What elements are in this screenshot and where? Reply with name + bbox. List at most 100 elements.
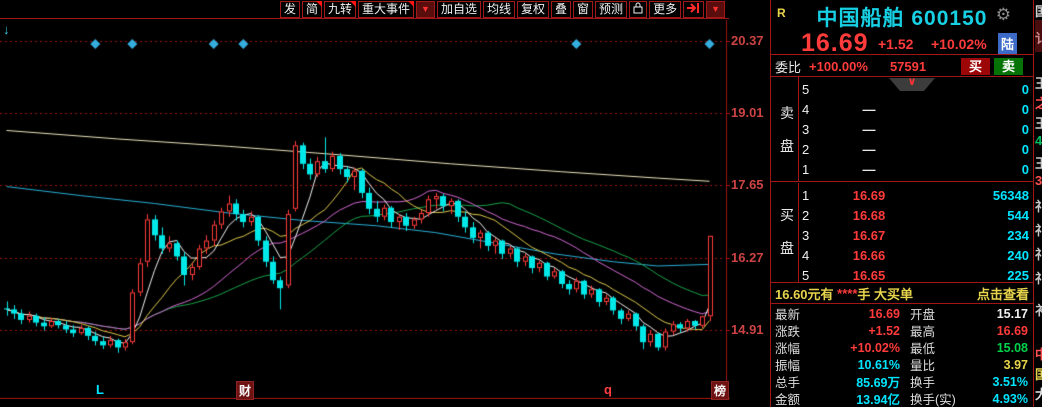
toolbar-button-fa[interactable]: 发 [280, 1, 300, 18]
stock-code: 600150 [911, 7, 987, 30]
sell-button[interactable]: 卖 [994, 58, 1023, 75]
level-qty: 240 [1007, 248, 1029, 263]
level-qty: 225 [1007, 268, 1029, 283]
level-num: 3 [802, 122, 814, 137]
toolbar-button-overlay[interactable]: 叠 [551, 1, 571, 18]
toolbar-events-dropdown-icon[interactable]: ▼ [416, 1, 435, 18]
stats-row: 振幅10.61%量比3.97 [771, 356, 1033, 373]
bid-level-2[interactable]: 216.68544 [799, 205, 1033, 225]
sell-side-label-2: 盘 [780, 139, 794, 154]
edge-strip-glyph: 礼 [1035, 220, 1042, 239]
level-qty: 0 [1022, 122, 1029, 137]
toolbar-button-add-watchlist[interactable]: 加自选 [437, 1, 481, 18]
stats-row: 最新16.69开盘15.17 [771, 305, 1033, 322]
level-price: 16.68 [814, 208, 924, 223]
bid-level-4[interactable]: 416.66240 [799, 245, 1033, 265]
edge-strip-glyph: 王 [1035, 73, 1042, 92]
edge-strip-glyph: 大 [1035, 384, 1042, 403]
buy-orderbook: 买 盘 116.6956348216.68544316.67234416.662… [771, 183, 1033, 283]
bid-level-5[interactable]: 516.65225 [799, 265, 1033, 285]
gear-icon[interactable]: ⚙ [996, 5, 1011, 25]
indicator-cai[interactable]: 财 [236, 381, 254, 400]
edge-strip-glyph: 讠 [1035, 28, 1042, 47]
edge-strip-glyph: 国 [1035, 364, 1042, 383]
toolbar-button-window[interactable]: 窗 [573, 1, 593, 18]
level-price: — [814, 102, 924, 117]
alert-badge [316, 1, 322, 7]
y-axis-label: 19.01 [731, 105, 764, 120]
stats-row: 总手85.69万换手3.51% [771, 373, 1033, 390]
edge-strip-glyph: 4 [1035, 133, 1042, 148]
stat-value: 16.69 [815, 307, 900, 321]
toolbar-button-jian[interactable]: 简 [302, 1, 322, 18]
big-order-text: **** [837, 286, 857, 301]
big-order-alert[interactable]: 16.60元有 ****手 大买单 点击查看 [771, 284, 1033, 304]
level-num: 5 [802, 268, 814, 283]
ask-level-4[interactable]: 4—0 [799, 99, 1033, 119]
view-big-orders-link[interactable]: 点击查看 [977, 284, 1029, 303]
stock-title: 中国船舶 600150 [771, 2, 1033, 32]
level-num: 5 [802, 82, 814, 97]
toolbar-button-adjust-price[interactable]: 复权 [517, 1, 549, 18]
toolbar-button-forecast[interactable]: 预测 [595, 1, 627, 18]
stat-value: +1.52 [815, 324, 900, 338]
edge-strip-glyph: 国 [1035, 1, 1042, 20]
weicha-value: 57591 [890, 59, 926, 74]
edge-strip-glyph: 礼 [1035, 268, 1042, 287]
level-price: — [814, 142, 924, 157]
sell-side-label-1: 卖 [780, 106, 794, 121]
ask-level-1[interactable]: 1—0 [799, 159, 1033, 179]
toolbar-button-more[interactable]: 更多 [649, 1, 681, 18]
indicator-q[interactable]: q [604, 382, 612, 397]
stats-row: 涨跌+1.52最高16.69 [771, 322, 1033, 339]
stats-grid: 最新16.69开盘15.17涨跌+1.52最高16.69涨幅+10.02%最低1… [771, 305, 1033, 407]
level-price: — [814, 122, 924, 137]
y-axis-label: 14.91 [731, 322, 764, 337]
toolbar-jump-right-icon[interactable] [683, 1, 704, 18]
ask-level-3[interactable]: 3— 0 [799, 119, 1033, 139]
bid-level-3[interactable]: 316.67234 [799, 225, 1033, 245]
stock-name: 中国船舶 [817, 7, 905, 30]
stat-value: 4.93% [972, 392, 1028, 406]
indicator-l[interactable]: L [96, 382, 104, 397]
stat-value: 15.08 [972, 341, 1028, 355]
stat-value: 13.94亿 [815, 389, 900, 407]
adjacent-panel-edge: 国讠王之王4王3礼礼礼礼衤中国大 [1033, 0, 1042, 407]
level-qty: 0 [1022, 82, 1029, 97]
price-change: +1.52 [878, 36, 913, 52]
level-qty: 56348 [993, 188, 1029, 203]
edge-strip-glyph: 衤 [1035, 300, 1042, 319]
chart-toolbar: 发简九转重大事件▼加自选均线复权叠窗预测更多▼ [0, 0, 729, 19]
last-price: 16.69 [801, 29, 869, 58]
toolbar-button-major-events[interactable]: 重大事件 [358, 1, 414, 18]
price-change-pct: +10.02% [931, 36, 987, 52]
level-qty: 234 [1007, 228, 1029, 243]
quote-panel: R 中国船舶 600150 ⚙ 16.69 +1.52 +10.02% 陆 委比… [770, 0, 1033, 407]
big-order-text: 16.60元有 [775, 284, 837, 303]
quote-header: R 中国船舶 600150 ⚙ 16.69 +1.52 +10.02% 陆 [771, 0, 1033, 55]
toolbar-button-nine-turn[interactable]: 九转 [324, 1, 356, 18]
weibi-label: 委比 [775, 57, 801, 76]
stat-value: 15.17 [972, 307, 1028, 321]
buy-side-label-1: 买 [780, 208, 794, 223]
indicator-bang[interactable]: 榜 [711, 381, 729, 400]
stat-label: 换手(实) [910, 389, 972, 407]
toolbar-more-dropdown-icon[interactable]: ▼ [706, 1, 725, 18]
toolbar-lock-icon[interactable] [629, 1, 647, 18]
bid-level-1[interactable]: 116.6956348 [799, 185, 1033, 205]
buy-button[interactable]: 买 [961, 58, 990, 75]
alert-badge [408, 1, 414, 7]
edge-strip-glyph: 王 [1035, 113, 1042, 132]
buy-side-label-2: 盘 [780, 241, 794, 256]
kline-chart[interactable] [0, 20, 730, 399]
toolbar-button-ma-lines[interactable]: 均线 [483, 1, 515, 18]
edge-strip-glyph: 3 [1035, 173, 1042, 188]
alert-badge [350, 1, 356, 7]
ask-level-2[interactable]: 2—0 [799, 139, 1033, 159]
stat-label: 金额 [775, 389, 815, 407]
level-num: 2 [802, 142, 814, 157]
big-order-text: 手 大买单 [857, 284, 913, 303]
edge-strip-glyph: 礼 [1035, 196, 1042, 215]
stat-value: 10.61% [815, 358, 900, 372]
weibi-row: 委比 +100.00% 57591 买 卖 [771, 56, 1033, 77]
